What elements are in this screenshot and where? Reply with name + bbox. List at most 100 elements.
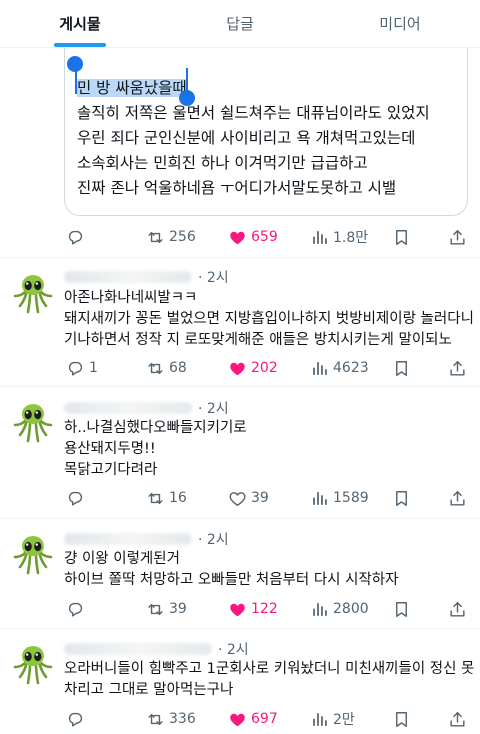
reply-button[interactable] xyxy=(66,597,89,621)
bookmark-button[interactable] xyxy=(392,707,411,731)
share-button[interactable] xyxy=(448,486,467,510)
share-icon xyxy=(448,710,467,729)
retweet-button[interactable]: 256 xyxy=(146,225,196,249)
avatar[interactable] xyxy=(10,531,56,577)
post-header: · 2시 xyxy=(64,639,249,659)
bookmark-icon xyxy=(392,489,411,508)
views-button[interactable]: 1.8만 xyxy=(310,225,368,249)
retweet-button[interactable]: 39 xyxy=(146,597,187,621)
views-button[interactable]: 1589 xyxy=(310,486,369,510)
post-line: 우린 죄다 군인신분에 사이비리고 욕 개쳐먹고있는데 xyxy=(77,129,416,147)
post-line: 진짜 존나 억울하네욤 ㅜ어디가서말도못하고 시밸 xyxy=(77,179,397,197)
like-count: 659 xyxy=(251,229,278,245)
post-line: 하..나결심했다오빠들지키기로 xyxy=(64,420,247,436)
like-icon xyxy=(228,228,247,247)
post-line: 오라버니들이 힘빡주고 1군회사로 키워놨더니 미친새끼들이 정신 못 xyxy=(64,661,475,677)
post-actions: 16 39 1589 xyxy=(0,486,480,510)
like-icon xyxy=(228,710,247,729)
bookmark-button[interactable] xyxy=(392,356,411,380)
post-header: · 2시 xyxy=(64,529,229,549)
post-text: 오라버니들이 힘빡주고 1군회사로 키워놨더니 미친새끼들이 정신 못 차리고 … xyxy=(64,659,474,701)
bookmark-button[interactable] xyxy=(392,225,411,249)
post-actions: 39 122 2800 xyxy=(0,597,480,621)
post-text: 걍 이왕 이렇게된거 하이브 쫄딱 처망하고 오빠들만 처음부터 다시 시작하자 xyxy=(64,549,398,591)
post-line: 소속회사는 민희진 하나 이겨먹기만 급급하고 xyxy=(77,154,368,172)
retweet-count: 68 xyxy=(169,360,187,376)
retweet-count: 39 xyxy=(169,601,187,617)
share-button[interactable] xyxy=(448,356,467,380)
views-count: 4623 xyxy=(333,360,369,376)
like-count: 39 xyxy=(251,490,269,506)
views-count: 1589 xyxy=(333,490,369,506)
bookmark-button[interactable] xyxy=(392,597,411,621)
retweet-icon xyxy=(146,359,165,378)
share-button[interactable] xyxy=(448,707,467,731)
like-button[interactable]: 122 xyxy=(228,597,278,621)
bookmark-icon xyxy=(392,359,411,378)
tab-media[interactable]: 미디어 xyxy=(320,0,480,47)
reply-icon xyxy=(66,228,85,247)
share-button[interactable] xyxy=(448,597,467,621)
like-button[interactable]: 659 xyxy=(228,225,278,249)
avatar[interactable] xyxy=(10,399,56,445)
bookmark-button[interactable] xyxy=(392,486,411,510)
views-button[interactable]: 2만 xyxy=(310,707,355,731)
views-count: 1.8만 xyxy=(333,230,369,246)
retweet-count: 336 xyxy=(169,711,196,727)
bookmark-icon xyxy=(392,228,411,247)
avatar[interactable] xyxy=(10,270,56,316)
retweet-icon xyxy=(146,600,165,619)
main-post-actions: 256 659 1.8만 xyxy=(0,225,480,249)
retweet-count: 256 xyxy=(169,229,196,245)
retweet-button[interactable]: 16 xyxy=(146,486,187,510)
quoted-post-card[interactable]: 민 방 싸움났을때 솔직히 저쪽은 울면서 쉴드쳐주는 대퓨님이라도 있었지 우… xyxy=(64,36,468,216)
reply-post[interactable]: · 2시 하..나결심했다오빠들지키기로 용산돼지두명!! 목닭고기다려라 16… xyxy=(0,387,480,517)
views-button[interactable]: 4623 xyxy=(310,356,369,380)
post-line: 용산돼지두명!! xyxy=(64,441,156,457)
blurred-username xyxy=(64,271,192,283)
post-line: 기나하면서 정작 지 로또맞게해준 애들은 방치시키는게 말이되노 xyxy=(64,332,452,348)
reply-post[interactable]: · 2시 걍 이왕 이렇게된거 하이브 쫄딱 처망하고 오빠들만 처음부터 다시… xyxy=(0,519,480,627)
blurred-username xyxy=(64,643,212,655)
share-icon xyxy=(448,359,467,378)
views-count: 2800 xyxy=(333,601,369,617)
reply-post[interactable]: · 2시 오라버니들이 힘빡주고 1군회사로 키워놨더니 미친새끼들이 정신 못… xyxy=(0,629,480,734)
share-icon xyxy=(448,489,467,508)
views-button[interactable]: 2800 xyxy=(310,597,369,621)
reply-button[interactable]: 1 xyxy=(66,356,98,380)
reply-count: 1 xyxy=(89,360,98,376)
reply-icon xyxy=(66,600,85,619)
tab-replies[interactable]: 답글 xyxy=(160,0,320,47)
selection-handle-start[interactable] xyxy=(67,56,83,72)
like-button[interactable]: 39 xyxy=(228,486,269,510)
like-button[interactable]: 202 xyxy=(228,356,278,380)
reply-button[interactable] xyxy=(66,486,89,510)
selected-text: 민 방 싸움났을때 xyxy=(77,79,187,97)
like-button[interactable]: 697 xyxy=(228,707,278,731)
reply-post[interactable]: · 2시 아존나화나네씨발ㅋㅋ 돼지새끼가 꽁돈 벌었으면 지방흡입이나하지 벗… xyxy=(0,258,480,384)
views-icon xyxy=(310,600,329,619)
reply-button[interactable] xyxy=(66,707,89,731)
avatar[interactable] xyxy=(10,641,56,687)
share-button[interactable] xyxy=(448,225,467,249)
retweet-icon xyxy=(146,489,165,508)
blurred-username xyxy=(64,533,192,545)
post-line: 하이브 쫄딱 처망하고 오빠들만 처음부터 다시 시작하자 xyxy=(64,572,399,588)
like-icon xyxy=(228,489,247,508)
profile-tabs: 게시물 답글 미디어 xyxy=(0,0,480,48)
retweet-button[interactable]: 68 xyxy=(146,356,187,380)
reply-button[interactable] xyxy=(66,225,89,249)
selection-handle-end[interactable] xyxy=(179,90,195,106)
like-icon xyxy=(228,600,247,619)
post-actions: 336 697 2만 xyxy=(0,707,480,731)
tab-posts[interactable]: 게시물 xyxy=(0,0,160,47)
retweet-button[interactable]: 336 xyxy=(146,707,196,731)
views-count: 2만 xyxy=(333,712,355,728)
views-icon xyxy=(310,489,329,508)
views-icon xyxy=(310,359,329,378)
retweet-icon xyxy=(146,710,165,729)
post-time: · 2시 xyxy=(218,642,249,658)
post-time: · 2시 xyxy=(198,532,229,548)
post-actions: 1 68 202 4623 xyxy=(0,356,480,380)
bookmark-icon xyxy=(392,600,411,619)
